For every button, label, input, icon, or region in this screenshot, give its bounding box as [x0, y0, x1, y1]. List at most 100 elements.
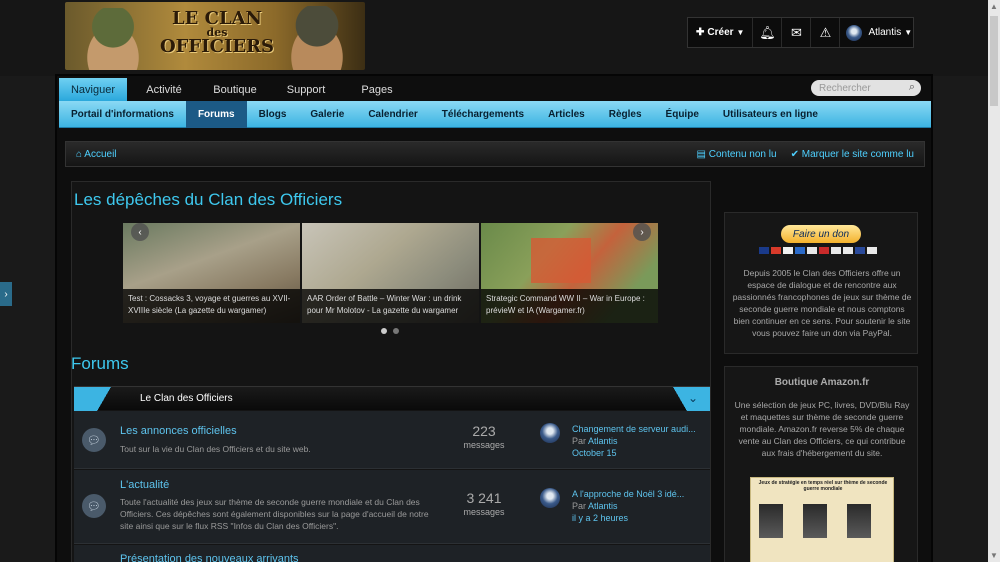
last-post-date[interactable]: October 15	[572, 447, 702, 459]
news-slide[interactable]: Strategic Command WW II – War in Europe …	[481, 223, 658, 323]
forum-description: Tout sur la vie du Clan des Officiers et…	[120, 444, 311, 454]
breadcrumb-home[interactable]: ⌂ Accueil	[76, 149, 117, 160]
tab-support[interactable]: Support	[272, 78, 340, 101]
sub-nav-equipe[interactable]: Équipe	[654, 101, 711, 128]
news-slider: Test : Cossacks 3, voyage et guerres au …	[123, 223, 660, 323]
card-icon	[843, 247, 853, 254]
slider-dot[interactable]	[393, 328, 399, 334]
last-post-link[interactable]: Changement de serveur audi...	[572, 423, 702, 435]
forum-post-count: 223 messages	[463, 423, 505, 450]
category-name[interactable]: Le Clan des Officiers	[140, 393, 233, 404]
chevron-right-icon: ›	[640, 226, 644, 238]
mastercard-icon	[771, 247, 781, 254]
sub-nav-regles[interactable]: Règles	[597, 101, 654, 128]
amazon-banner[interactable]: Jeux de stratégie en temps réel sur thèm…	[750, 477, 894, 562]
sub-nav-galerie[interactable]: Galerie	[298, 101, 356, 128]
category-accent-left	[74, 387, 134, 411]
category-accent-right	[650, 387, 710, 411]
slider-next-button[interactable]: ›	[633, 223, 651, 241]
sidebar-toggle[interactable]: ›	[0, 282, 12, 306]
scroll-down-icon[interactable]: ▼	[990, 551, 998, 560]
create-button[interactable]: ✚ Créer ▼	[688, 18, 754, 47]
last-post-author[interactable]: Atlantis	[588, 436, 618, 446]
soldier-right-image	[277, 6, 357, 70]
last-post-info: Changement de serveur audi... Par Atlant…	[572, 423, 702, 459]
last-post-date[interactable]: il y a 2 heures	[572, 512, 702, 524]
news-slide[interactable]: Test : Cossacks 3, voyage et guerres au …	[123, 223, 300, 323]
forum-row: Présentation des nouveaux arrivants	[74, 545, 710, 562]
main-frame: Naviguer Activité Boutique Support Pages…	[55, 74, 933, 562]
sub-nav-telechargements[interactable]: Téléchargements	[430, 101, 536, 128]
amazon-title: Boutique Amazon.fr	[774, 377, 870, 388]
unread-icon: ▤	[696, 148, 706, 160]
tab-boutique[interactable]: Boutique	[201, 78, 269, 101]
checkmark-icon: ✔	[790, 148, 799, 160]
caret-down-icon: ▼	[904, 28, 913, 37]
plus-icon: ✚	[696, 27, 705, 38]
slider-dot[interactable]	[381, 328, 387, 334]
site-logo[interactable]: LE CLAN des OFFICIERS	[65, 2, 365, 70]
forum-link[interactable]: Présentation des nouveaux arrivants	[120, 553, 299, 562]
product-image[interactable]	[847, 504, 871, 538]
notifications-button[interactable]: 🔔︎	[753, 18, 783, 47]
last-post-link[interactable]: A l'approche de Noël 3 idé...	[572, 488, 702, 500]
unread-content-link[interactable]: ▤ Contenu non lu	[696, 149, 776, 160]
bell-icon: 🔔︎	[759, 24, 776, 40]
forum-link[interactable]: Les annonces officielles	[120, 425, 237, 437]
warning-icon: ⚠	[819, 24, 832, 40]
search-input[interactable]: Rechercher ⌕	[811, 80, 921, 96]
secondary-nav: Portail d'informations Forums Blogs Gale…	[59, 101, 931, 128]
scrollbar-thumb[interactable]	[990, 16, 998, 106]
card-icon	[855, 247, 865, 254]
sub-nav-utilisateurs[interactable]: Utilisateurs en ligne	[711, 101, 830, 128]
slide-caption[interactable]: AAR Order of Battle – Winter War : un dr…	[302, 289, 479, 323]
breadcrumb-actions: ▤ Contenu non lu ✔ Marquer le site comme…	[696, 149, 914, 160]
primary-nav: Naviguer Activité Boutique Support Pages	[59, 78, 929, 101]
page-scrollbar[interactable]: ▲ ▼	[988, 0, 1000, 562]
breadcrumb: ⌂ Accueil ▤ Contenu non lu ✔ Marquer le …	[65, 141, 925, 167]
category-header: Le Clan des Officiers ⌄	[74, 386, 710, 411]
card-icon	[807, 247, 817, 254]
product-image[interactable]	[803, 504, 827, 538]
home-icon: ⌂	[76, 148, 83, 160]
forum-link[interactable]: L'actualité	[120, 479, 169, 491]
slider-dots	[381, 328, 399, 334]
user-menu[interactable]: Atlantis ▼	[840, 18, 918, 47]
news-slide[interactable]: AAR Order of Battle – Winter War : un dr…	[302, 223, 479, 323]
reports-button[interactable]: ⚠	[811, 18, 841, 47]
amazon-text: Une sélection de jeux PC, livres, DVD/Bl…	[734, 400, 910, 458]
sub-nav-forums[interactable]: Forums	[185, 101, 247, 128]
forum-chat-icon: 💬︎	[82, 428, 106, 452]
sub-nav-portail[interactable]: Portail d'informations	[59, 101, 186, 128]
sub-nav-calendrier[interactable]: Calendrier	[356, 101, 429, 128]
forum-description: Toute l'actualité des jeux sur thème de …	[120, 497, 429, 531]
soldier-left-image	[73, 8, 153, 70]
tab-naviguer[interactable]: Naviguer	[59, 78, 127, 101]
avatar[interactable]	[540, 488, 560, 508]
avatar[interactable]	[540, 423, 560, 443]
messages-button[interactable]: ✉	[782, 18, 812, 47]
collapse-chevron-icon[interactable]: ⌄	[688, 391, 698, 405]
donate-text: Depuis 2005 le Clan des Officiers offre …	[732, 268, 912, 338]
sub-nav-articles[interactable]: Articles	[536, 101, 597, 128]
amazon-banner-heading: Jeux de stratégie en temps réel sur thèm…	[758, 480, 888, 492]
chevron-left-icon: ‹	[138, 226, 142, 238]
slider-prev-button[interactable]: ‹	[131, 223, 149, 241]
caret-down-icon: ▼	[736, 28, 745, 37]
forum-chat-icon: 💬︎	[82, 494, 106, 518]
slide-caption[interactable]: Strategic Command WW II – War in Europe …	[481, 289, 658, 323]
mark-read-link[interactable]: ✔ Marquer le site comme lu	[791, 149, 914, 160]
tab-pages[interactable]: Pages	[343, 78, 411, 101]
logo-text: LE CLAN des OFFICIERS	[159, 8, 275, 57]
tab-activite[interactable]: Activité	[130, 78, 198, 101]
product-image[interactable]	[759, 504, 783, 538]
donate-box: Faire un don Depuis 2005 le Clan des Off…	[724, 212, 918, 354]
last-post-info: A l'approche de Noël 3 idé... Par Atlant…	[572, 488, 702, 524]
forum-row: 💬︎ Les annonces officielles Tout sur la …	[74, 411, 710, 469]
search-icon[interactable]: ⌕	[909, 81, 915, 94]
slide-caption[interactable]: Test : Cossacks 3, voyage et guerres au …	[123, 289, 300, 323]
sub-nav-blogs[interactable]: Blogs	[247, 101, 299, 128]
last-post-author[interactable]: Atlantis	[588, 501, 618, 511]
paypal-donate-button[interactable]: Faire un don	[781, 225, 861, 243]
scroll-up-icon[interactable]: ▲	[990, 2, 998, 11]
